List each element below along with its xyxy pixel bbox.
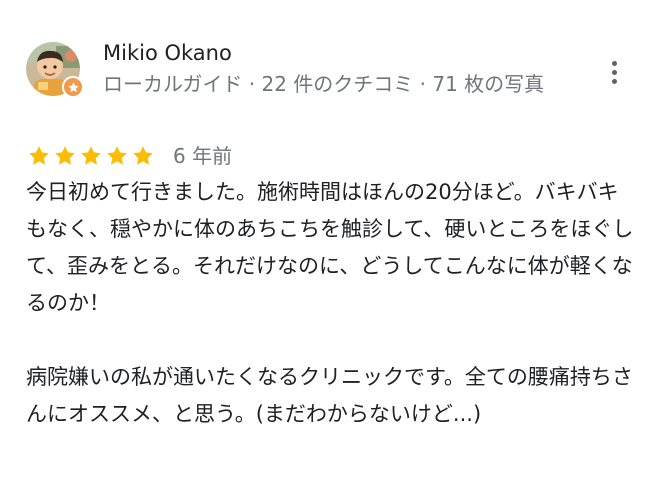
star-icon xyxy=(29,146,49,165)
star-icon xyxy=(81,146,101,165)
local-guide-badge xyxy=(62,76,84,98)
review-text: 今日初めて行きました。施術時間はほんの20分ほど。バキバキもなく、穏やかに体のあ… xyxy=(26,174,636,433)
reviewer-avatar-wrap[interactable] xyxy=(26,42,84,100)
review-date: 6 年前 xyxy=(173,144,233,168)
more-options-button[interactable] xyxy=(602,58,626,86)
star-icon xyxy=(107,146,127,165)
more-vert-icon-dot xyxy=(611,69,617,75)
more-vert-icon xyxy=(611,60,617,66)
more-vert-icon-dot xyxy=(611,78,617,84)
reviewer-name[interactable]: Mikio Okano xyxy=(103,40,232,66)
rating-row: 6 年前 xyxy=(27,143,232,169)
review-paragraph-1: 今日初めて行きました。施術時間はほんの20分ほど。バキバキもなく、穏やかに体のあ… xyxy=(26,180,634,315)
local-guide-star-icon xyxy=(67,81,79,92)
review-paragraph-2: 病院嫌いの私が通いたくなるクリニックです。全ての腰痛持ちさんにオススメ、と思う。… xyxy=(26,365,633,426)
review-card: Mikio Okano ローカルガイド · 22 件のクチコミ · 71 枚の写… xyxy=(0,0,662,486)
star-icon xyxy=(133,146,153,165)
reviewer-meta[interactable]: ローカルガイド · 22 件のクチコミ · 71 枚の写真 xyxy=(103,70,583,98)
star-icon xyxy=(55,146,75,165)
star-rating xyxy=(27,144,155,168)
